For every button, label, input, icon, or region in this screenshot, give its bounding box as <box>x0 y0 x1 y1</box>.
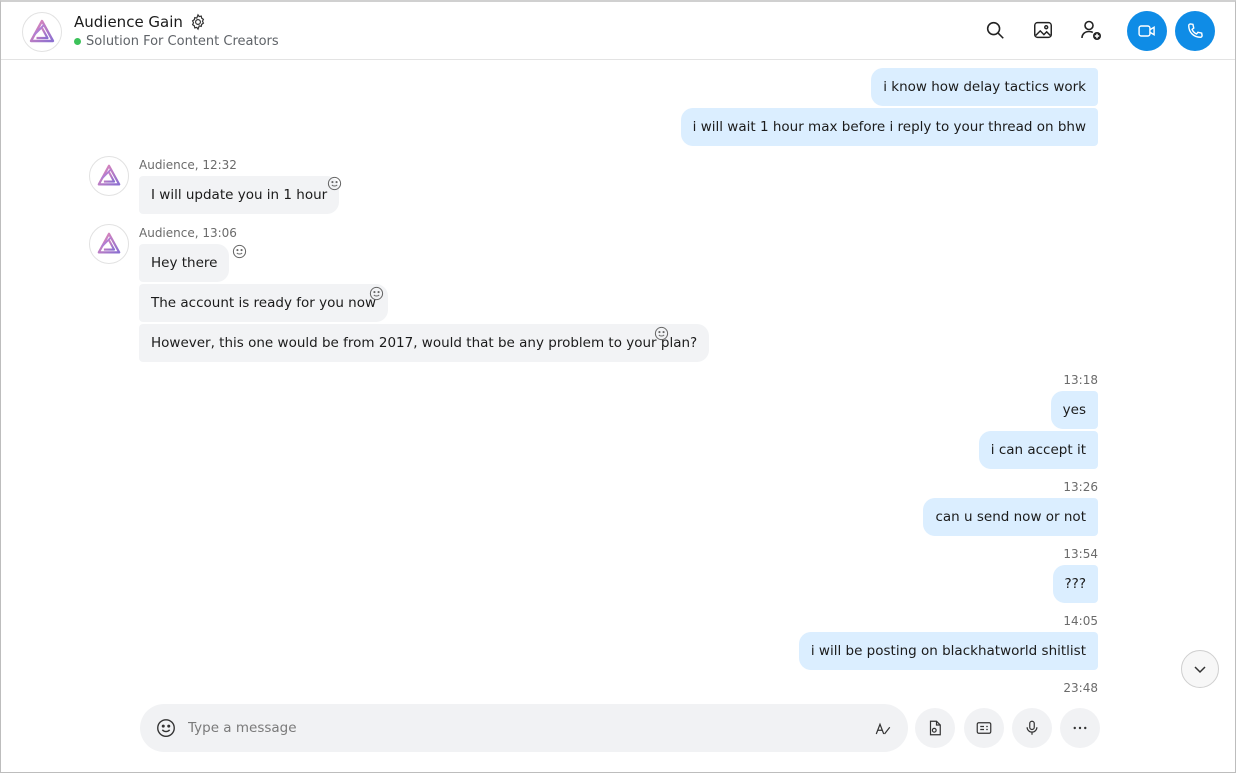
smiley-icon[interactable] <box>368 285 384 301</box>
smiley-icon[interactable] <box>231 243 247 259</box>
file-icon <box>929 720 941 736</box>
chat-title-text: Audience Gain <box>74 13 183 31</box>
message-bubble-outgoing[interactable]: i will wait 1 hour max before i reply to… <box>680 108 1098 146</box>
online-status-dot <box>74 38 81 45</box>
message-timestamp: 23:48 <box>1063 681 1098 695</box>
message-composer <box>140 704 908 752</box>
message-text: i can accept it <box>990 442 1086 458</box>
video-call-icon <box>1138 25 1155 37</box>
smiley-icon[interactable] <box>653 325 669 341</box>
message-text: ??? <box>1064 576 1087 592</box>
scroll-to-bottom-button[interactable] <box>1181 650 1219 688</box>
audience-gain-logo-icon <box>97 232 121 254</box>
message-bubble-incoming[interactable]: However, this one would be from 2017, wo… <box>139 324 710 362</box>
audio-call-icon <box>1188 23 1203 38</box>
message-list[interactable]: i know how delay tactics work i will wai… <box>1 61 1235 701</box>
message-timestamp: 13:54 <box>1063 547 1098 561</box>
message-bubble-outgoing[interactable]: i will be posting on blackhatworld shitl… <box>798 632 1098 670</box>
chat-header: Audience Gain Solution For Content Creat… <box>1 2 1235 60</box>
emoji-button[interactable] <box>154 716 178 740</box>
format-button[interactable] <box>872 717 894 739</box>
sender-label: Audience, 13:06 <box>139 226 237 240</box>
message-text: can u send now or not <box>935 509 1086 525</box>
message-bubble-outgoing[interactable]: i can accept it <box>978 431 1098 469</box>
message-timestamp: 13:18 <box>1063 373 1098 387</box>
message-timestamp: 13:26 <box>1063 480 1098 494</box>
video-call-button[interactable] <box>1127 11 1167 51</box>
contact-card-icon <box>976 722 992 734</box>
sender-avatar[interactable] <box>89 156 129 196</box>
message-text: i will be posting on blackhatworld shitl… <box>810 643 1086 659</box>
message-bubble-incoming[interactable]: Hey there <box>139 244 230 282</box>
sender-avatar[interactable] <box>89 224 129 264</box>
message-bubble-incoming[interactable]: The account is ready for you now <box>139 284 389 322</box>
message-timestamp: 14:05 <box>1063 614 1098 628</box>
sender-label: Audience, 12:32 <box>139 158 237 172</box>
chat-window: Audience Gain Solution For Content Creat… <box>0 0 1236 773</box>
message-input[interactable] <box>188 714 848 742</box>
search-icon[interactable] <box>983 18 1007 42</box>
message-text: Hey there <box>151 255 218 271</box>
chat-subtitle: Solution For Content Creators <box>74 34 279 49</box>
emoji-icon <box>157 719 175 737</box>
more-options-button[interactable] <box>1060 708 1100 748</box>
message-text: i know how delay tactics work <box>883 79 1086 95</box>
chat-subtitle-text: Solution For Content Creators <box>86 34 279 49</box>
send-file-button[interactable] <box>915 708 955 748</box>
message-bubble-outgoing[interactable]: yes <box>1050 391 1098 429</box>
message-text: I will update you in 1 hour <box>151 187 328 203</box>
gear-icon[interactable] <box>189 13 207 31</box>
message-bubble-incoming[interactable]: I will update you in 1 hour <box>139 176 340 214</box>
add-person-icon[interactable] <box>1079 18 1103 42</box>
message-text: yes <box>1062 402 1086 418</box>
voice-message-button[interactable] <box>1012 708 1052 748</box>
message-bubble-outgoing[interactable]: can u send now or not <box>923 498 1098 536</box>
message-bubble-outgoing[interactable]: i know how delay tactics work <box>871 68 1098 106</box>
chat-title[interactable]: Audience Gain <box>74 13 207 31</box>
gallery-icon[interactable] <box>1031 18 1055 42</box>
message-text: i will wait 1 hour max before i reply to… <box>692 119 1086 135</box>
more-icon <box>1073 726 1087 730</box>
chevron-down-icon <box>1194 666 1206 674</box>
message-bubble-outgoing[interactable]: ??? <box>1052 565 1098 603</box>
audience-gain-logo-icon <box>29 19 55 43</box>
avatar[interactable] <box>22 12 62 52</box>
share-contact-button[interactable] <box>964 708 1004 748</box>
smiley-icon[interactable] <box>326 175 342 191</box>
format-icon <box>875 722 891 735</box>
message-text: However, this one would be from 2017, wo… <box>151 335 698 351</box>
microphone-icon <box>1026 720 1038 735</box>
audience-gain-logo-icon <box>97 164 121 186</box>
audio-call-button[interactable] <box>1175 11 1215 51</box>
message-text: The account is ready for you now <box>151 295 377 311</box>
